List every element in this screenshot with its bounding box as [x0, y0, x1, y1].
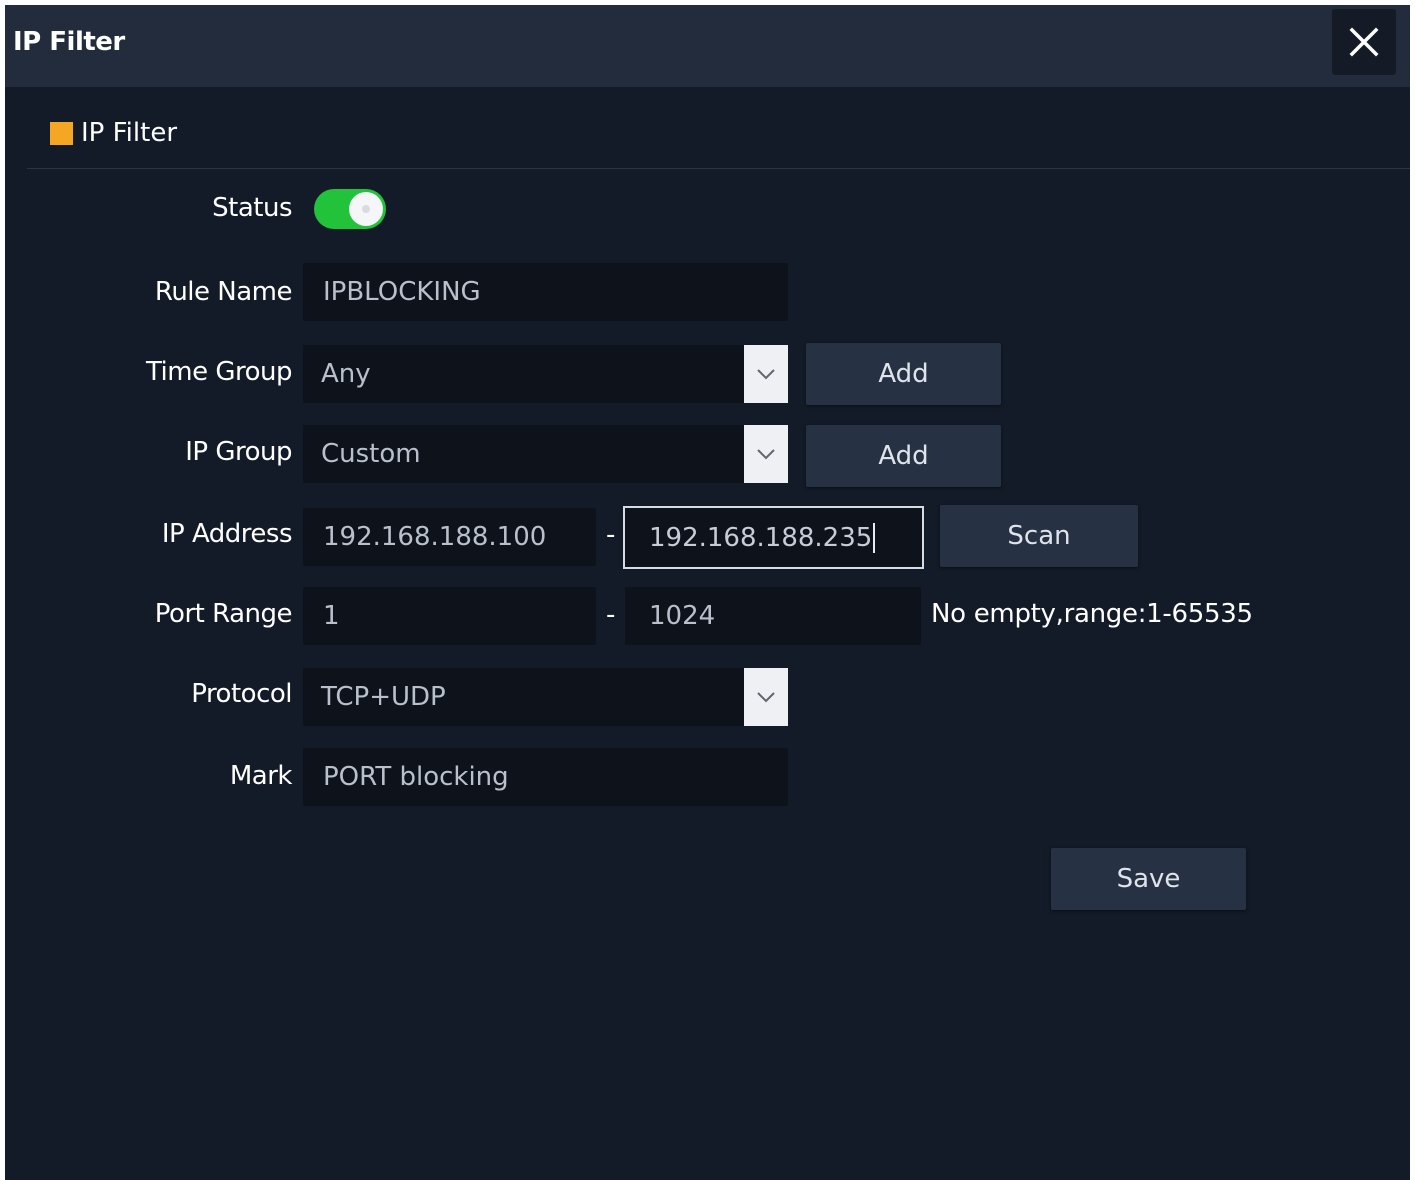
dialog-titlebar: IP Filter — [5, 5, 1410, 87]
section-marker — [50, 121, 73, 145]
rule-name-input[interactable]: IPBLOCKING — [303, 263, 788, 321]
time-group-label: Time Group — [145, 357, 293, 387]
chevron-down-icon[interactable] — [744, 425, 788, 483]
section-divider — [27, 168, 1410, 169]
ip-end-input[interactable]: 192.168.188.235 — [623, 506, 924, 569]
chevron-down-icon[interactable] — [744, 345, 788, 403]
toggle-knob — [349, 192, 383, 226]
section-header: IP Filter — [50, 118, 177, 148]
save-button[interactable]: Save — [1051, 848, 1246, 910]
close-icon — [1349, 27, 1379, 57]
protocol-label: Protocol — [191, 679, 292, 709]
rule-name-label: Rule Name — [154, 277, 293, 307]
ip-range-separator: - — [606, 520, 616, 550]
time-group-select[interactable]: Any — [303, 345, 788, 403]
mark-input[interactable]: PORT blocking — [303, 748, 788, 806]
dialog-title: IP Filter — [13, 27, 125, 57]
port-range-label: Port Range — [154, 599, 293, 629]
ip-group-value: Custom — [321, 439, 421, 469]
port-range-hint: No empty,range:1-65535 — [931, 599, 1253, 629]
text-caret — [873, 522, 876, 553]
port-start-input[interactable]: 1 — [303, 587, 596, 645]
status-toggle[interactable] — [314, 189, 386, 229]
protocol-select[interactable]: TCP+UDP — [303, 668, 788, 726]
scan-button[interactable]: Scan — [940, 505, 1138, 567]
ip-end-value: 192.168.188.235 — [649, 522, 873, 553]
close-button[interactable] — [1332, 9, 1396, 75]
port-end-input[interactable]: 1024 — [625, 587, 921, 645]
ip-group-label: IP Group — [185, 437, 292, 467]
ip-start-input[interactable]: 192.168.188.100 — [303, 508, 596, 566]
section-title: IP Filter — [81, 118, 178, 148]
ip-address-label: IP Address — [161, 519, 293, 549]
chevron-down-icon[interactable] — [744, 668, 788, 726]
ip-group-select[interactable]: Custom — [303, 425, 788, 483]
port-range-separator: - — [606, 600, 616, 630]
add-ip-group-button[interactable]: Add — [806, 425, 1001, 487]
status-label: Status — [212, 193, 292, 223]
mark-label: Mark — [229, 761, 293, 791]
ip-filter-dialog: IP Filter IP Filter Status Rule Name IPB… — [5, 5, 1410, 1180]
time-group-value: Any — [321, 359, 371, 389]
add-time-group-button[interactable]: Add — [806, 343, 1001, 405]
protocol-value: TCP+UDP — [321, 682, 446, 712]
